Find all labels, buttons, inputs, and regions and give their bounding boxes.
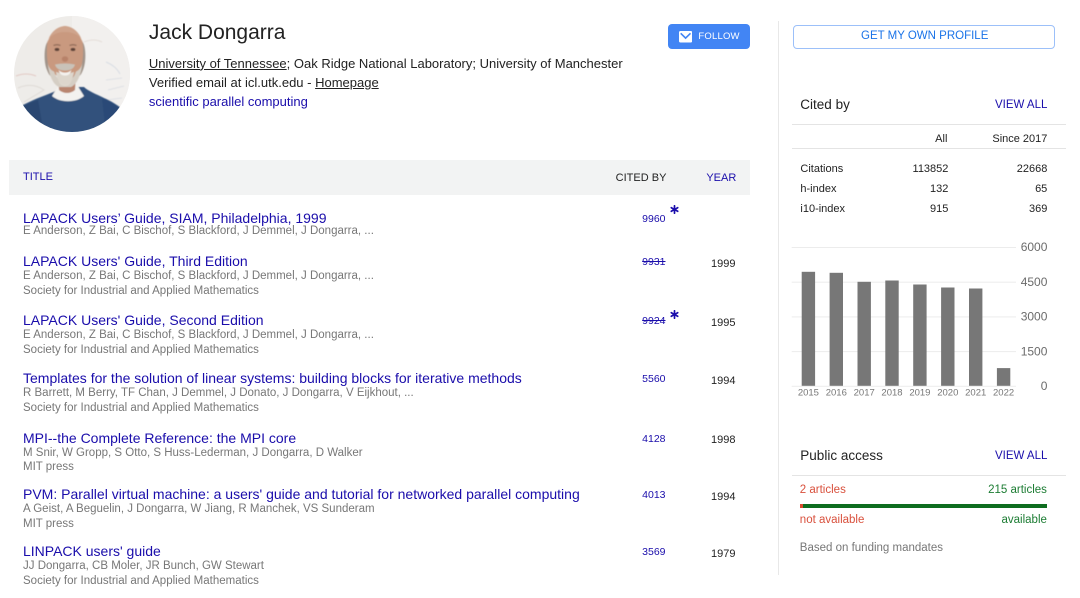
svg-text:2016: 2016 bbox=[826, 387, 847, 398]
svg-text:2022: 2022 bbox=[993, 387, 1014, 398]
svg-text:0: 0 bbox=[1041, 379, 1048, 393]
svg-text:2020: 2020 bbox=[937, 387, 958, 398]
svg-text:2019: 2019 bbox=[909, 387, 930, 398]
svg-text:2018: 2018 bbox=[881, 387, 902, 398]
svg-text:2017: 2017 bbox=[854, 387, 875, 398]
svg-text:2021: 2021 bbox=[965, 387, 986, 398]
svg-text:6000: 6000 bbox=[1021, 240, 1048, 254]
svg-text:4500: 4500 bbox=[1021, 275, 1048, 289]
svg-text:1500: 1500 bbox=[1021, 344, 1048, 358]
svg-text:3000: 3000 bbox=[1021, 310, 1048, 324]
svg-text:2015: 2015 bbox=[798, 387, 819, 398]
